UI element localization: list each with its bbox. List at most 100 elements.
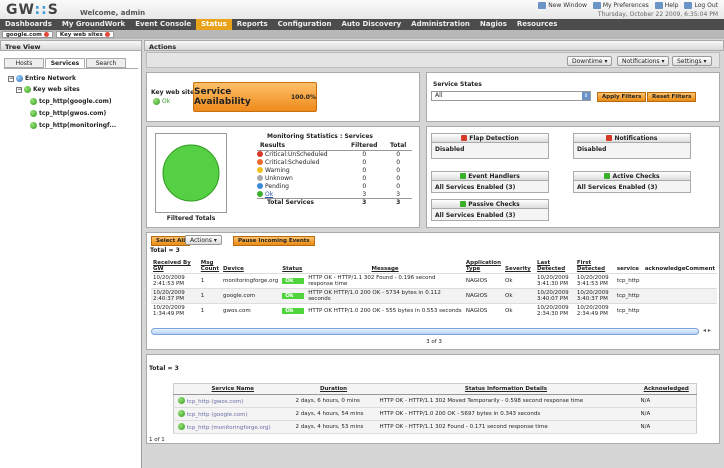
settings-dropdown[interactable]: Settings ▾ [672,56,712,66]
nav-my-groundwork[interactable]: My GroundWork [57,19,130,30]
nav-resources[interactable]: Resources [512,19,563,30]
events-actions-dropdown[interactable]: Actions ▾ [185,235,222,245]
close-icon[interactable] [104,32,110,37]
nav-reports[interactable]: Reports [232,19,273,30]
reset-filters-button[interactable]: Reset Filters [647,92,697,102]
col-device[interactable]: Device [221,259,280,274]
collapse-icon[interactable]: − [8,75,14,82]
passive-checks-box[interactable]: Passive Checks All Services Enabled (3) [431,199,549,221]
nav-configuration[interactable]: Configuration [273,19,337,30]
events-table: Received By GW Msg Count Device Status M… [151,259,717,318]
tree-view-title: Tree View [0,40,142,51]
status-badge: Ok [282,278,305,284]
critical-scheduled-icon [257,159,263,165]
subtab-google[interactable]: google.com [2,31,53,38]
nav-status[interactable]: Status [196,19,232,30]
ok-icon [257,190,263,197]
tab-divider [4,68,138,69]
tab-search[interactable]: Search [86,58,126,68]
service-states-label: Service States [433,81,482,88]
close-icon[interactable] [43,32,49,37]
col-last-detected[interactable]: Last Detected [535,259,575,274]
tree-service-gwos[interactable]: tcp_http(gwos.com) [30,110,106,117]
col-status[interactable]: Status [280,259,306,274]
service-link[interactable]: tcp_http (google.com) [187,412,248,418]
nav-administration[interactable]: Administration [406,19,475,30]
table-row[interactable]: 10/20/2009 2:41:53 PM 1 monitoringforge.or… [151,273,717,289]
col-message[interactable]: Message [306,259,464,274]
pie-slice-ok [162,144,220,202]
subtab-key-web-sites[interactable]: Key web sites [55,31,114,38]
help-link[interactable]: Help [654,2,678,9]
nav-auto-discovery[interactable]: Auto Discovery [337,19,407,30]
table-row[interactable]: 10/20/2009 2:40:37 PM 1 google.com Ok HTTP O… [151,288,717,304]
nav-event-console[interactable]: Event Console [130,19,196,30]
passive-check-icon [460,201,467,207]
critical-icon [257,151,263,158]
tree-view-panel: Tree View Hosts Services Search − Entire … [0,40,142,468]
open-tabs: google.com Key web sites [0,30,724,39]
pie-caption: Filtered Totals [166,215,216,222]
horizontal-scrollbar[interactable] [151,328,699,335]
pause-events-button[interactable]: Pause Incoming Events [233,236,315,246]
select-arrow-icon: ⇕ [582,92,590,100]
table-row[interactable]: tcp_http (monitoringforge.org) 2 days, 4 … [173,420,697,434]
service-ok-icon [30,122,37,129]
col-msg-count[interactable]: Msg Count [199,259,221,274]
network-icon [16,75,23,82]
service-states-select[interactable]: All ⇕ [431,91,591,101]
apply-filters-button[interactable]: Apply Filters [597,92,647,102]
col-status-info[interactable]: Status Information Details [375,383,637,395]
stats-col-results: Results [260,142,286,149]
col-service-name[interactable]: Service Name [173,383,292,395]
new-window-link[interactable]: New Window [538,2,587,9]
tree-service-monitoringforge[interactable]: tcp_http(monitoringf... [30,122,116,129]
service-link[interactable]: tcp_http (monitoringforge.org) [187,425,271,431]
stats-col-total: Total [389,142,407,149]
notifications-box[interactable]: Notifications Disabled [573,133,691,159]
preferences-link[interactable]: My Preferences [592,2,649,9]
flap-detection-box[interactable]: Flap Detection Disabled [431,133,549,159]
col-ack-comment[interactable]: acknowledgeComment [643,259,717,274]
col-acknowledged[interactable]: Acknowledged [636,383,697,395]
collapse-icon[interactable]: − [16,86,22,93]
actions-bar: Downtime ▾ Notifications ▾ Settings ▾ [146,52,720,68]
help-icon [654,2,663,9]
col-received[interactable]: Received By GW [151,259,199,274]
stats-row-total: Total Services 3 3 [257,198,412,207]
stats-row-ok[interactable]: Ok 3 3 [257,190,412,199]
tab-hosts[interactable]: Hosts [4,58,44,68]
col-duration[interactable]: Duration [291,383,376,395]
pending-icon [257,183,263,189]
status-pie-chart [162,144,220,202]
groundwork-logo[interactable]: GW::S [6,2,59,18]
pie-chart-frame [155,133,227,213]
active-checks-box[interactable]: Active Checks All Services Enabled (3) [573,171,691,193]
tree-key-web-sites[interactable]: − Key web sites [16,86,80,93]
notifications-dropdown[interactable]: Notifications ▾ [617,56,670,66]
table-row[interactable]: 10/20/2009 1:34:49 PM 1 gwos.com Ok HTTP OK … [151,303,717,318]
tree-entire-network[interactable]: − Entire Network [8,75,76,82]
downtime-dropdown[interactable]: Downtime ▾ [567,56,613,66]
stats-row-unknown: Unknown 0 0 [257,175,412,183]
stats-row-critical-unscheduled: Critical:UnScheduled 0 0 [257,151,412,159]
events-panel: Select All Actions ▾ Pause Incoming Even… [146,232,720,350]
col-app-type[interactable]: Application Type [464,259,503,274]
col-severity[interactable]: Severity [503,259,535,274]
table-row[interactable]: tcp_http (google.com) 2 days, 4 hours, 54… [173,407,697,421]
tree-service-google[interactable]: tcp_http(google.com) [30,98,112,105]
col-first-detected[interactable]: First Detected [575,259,615,274]
scroll-arrows-icon[interactable]: ◂ ▸ [703,327,711,334]
stats-title: Monitoring Statistics : Services [267,133,373,140]
status-badge: Ok [282,293,305,299]
flap-icon [461,135,468,141]
col-service[interactable]: service [615,259,643,274]
tab-services[interactable]: Services [45,58,85,68]
service-link[interactable]: tcp_http (gwos.com) [187,399,243,405]
nav-dashboards[interactable]: Dashboards [0,19,57,30]
logout-link[interactable]: Log Out [684,2,718,9]
event-handlers-box[interactable]: Event Handlers All Services Enabled (3) [431,171,549,193]
nav-nagios[interactable]: Nagios [475,19,512,30]
table-row[interactable]: tcp_http (gwos.com) 2 days, 6 hours, 0 mi… [173,394,697,408]
monitoring-stats-panel: Filtered Totals Monitoring Statistics : … [146,126,420,228]
